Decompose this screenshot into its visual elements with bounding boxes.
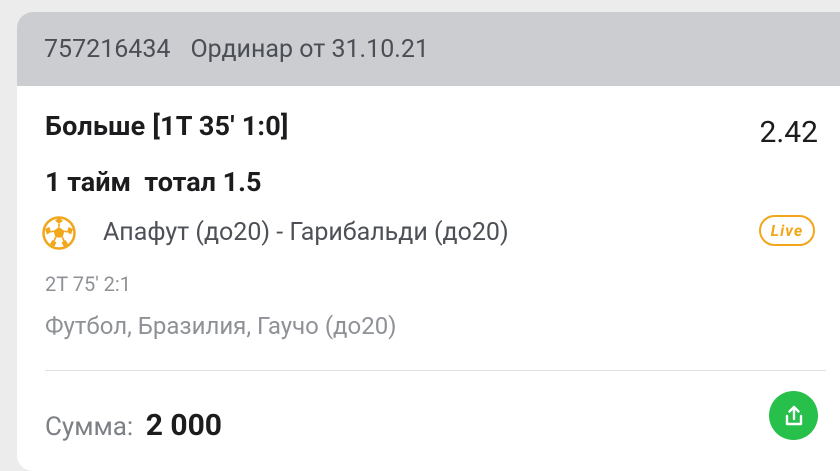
bet-header: 757216434 Ординар от 31.10.21 [17, 12, 840, 86]
selection-label: 1 тайм тотал 1.5 [45, 166, 262, 198]
share-button[interactable] [769, 391, 818, 440]
live-label: Live [770, 221, 804, 240]
odds-value: 2.42 [759, 115, 819, 150]
bet-id: 757216434 [44, 34, 171, 64]
sum-row: Сумма: 2 000 [45, 408, 222, 443]
sum-value: 2 000 [145, 408, 222, 443]
sum-label: Сумма: [45, 412, 134, 442]
bet-type: Ординар от 31.10.21 [190, 34, 429, 64]
bet-card[interactable]: 757216434 Ординар от 31.10.21 Больше [1Т… [17, 12, 840, 471]
match-name: Апафут (до20) - Гарибальди (до20) [103, 218, 509, 247]
share-icon [785, 405, 802, 425]
score-text: 2Т 75' 2:1 [45, 272, 132, 296]
soccer-ball-icon [42, 216, 76, 250]
live-badge: Live [759, 215, 815, 246]
market-label: Больше [1Т 35' 1:0] [45, 110, 289, 142]
divider [45, 370, 826, 371]
tournament-text: Футбол, Бразилия, Гаучо (до20) [45, 312, 397, 340]
